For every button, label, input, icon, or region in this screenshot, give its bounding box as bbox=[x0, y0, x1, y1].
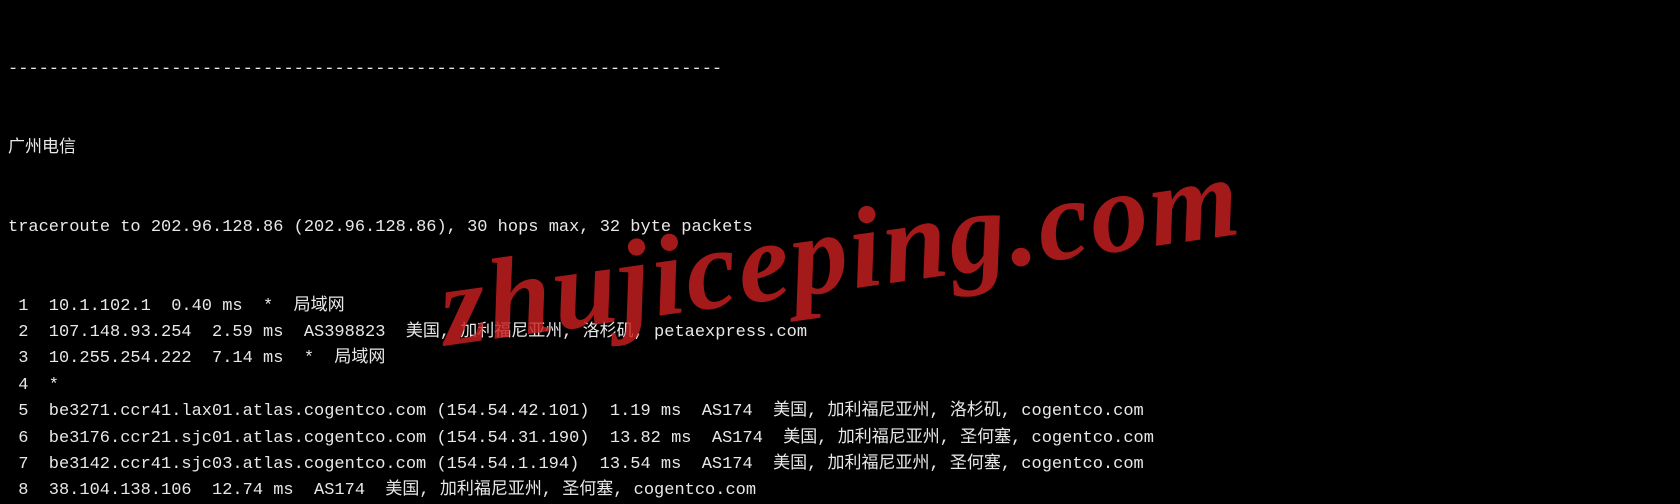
traceroute-command: traceroute to 202.96.128.86 (202.96.128.… bbox=[8, 215, 1672, 241]
hop-number: 8 bbox=[8, 478, 28, 504]
hop-row: 6 be3176.ccr21.sjc01.atlas.cogentco.com (… bbox=[8, 426, 1672, 452]
hop-detail: be3176.ccr21.sjc01.atlas.cogentco.com (1… bbox=[49, 429, 1154, 448]
hop-number: 2 bbox=[8, 320, 28, 346]
hop-row: 4* bbox=[8, 373, 1672, 399]
separator-line: ----------------------------------------… bbox=[8, 57, 1672, 83]
hop-number: 4 bbox=[8, 373, 28, 399]
hop-detail: 10.1.102.1 0.40 ms * 局域网 bbox=[49, 297, 345, 316]
hop-row: 7 be3142.ccr41.sjc03.atlas.cogentco.com (… bbox=[8, 452, 1672, 478]
hop-detail: 107.148.93.254 2.59 ms AS398823 美国, 加利福尼… bbox=[49, 323, 807, 342]
hop-detail: be3142.ccr41.sjc03.atlas.cogentco.com (1… bbox=[49, 455, 1144, 474]
hop-row: 2 107.148.93.254 2.59 ms AS398823 美国, 加利福… bbox=[8, 320, 1672, 346]
hop-row: 8 38.104.138.106 12.74 ms AS174 美国, 加利福尼亚… bbox=[8, 478, 1672, 504]
hop-detail: 38.104.138.106 12.74 ms AS174 美国, 加利福尼亚州… bbox=[49, 481, 756, 500]
hop-row: 3 10.255.254.222 7.14 ms * 局域网 bbox=[8, 346, 1672, 372]
hop-number: 6 bbox=[8, 426, 28, 452]
route-title: 广州电信 bbox=[8, 136, 1672, 162]
hop-row: 1 10.1.102.1 0.40 ms * 局域网 bbox=[8, 294, 1672, 320]
hop-row: 5 be3271.ccr41.lax01.atlas.cogentco.com (… bbox=[8, 399, 1672, 425]
hop-number: 7 bbox=[8, 452, 28, 478]
hop-detail: be3271.ccr41.lax01.atlas.cogentco.com (1… bbox=[49, 402, 1144, 421]
hop-number: 1 bbox=[8, 294, 28, 320]
terminal-output: ----------------------------------------… bbox=[0, 0, 1680, 504]
hop-detail: * bbox=[49, 376, 59, 395]
hop-detail: 10.255.254.222 7.14 ms * 局域网 bbox=[49, 349, 386, 368]
hop-number: 5 bbox=[8, 399, 28, 425]
hop-number: 3 bbox=[8, 346, 28, 372]
hop-list: 1 10.1.102.1 0.40 ms * 局域网 2 107.148.93.254… bbox=[8, 294, 1672, 504]
